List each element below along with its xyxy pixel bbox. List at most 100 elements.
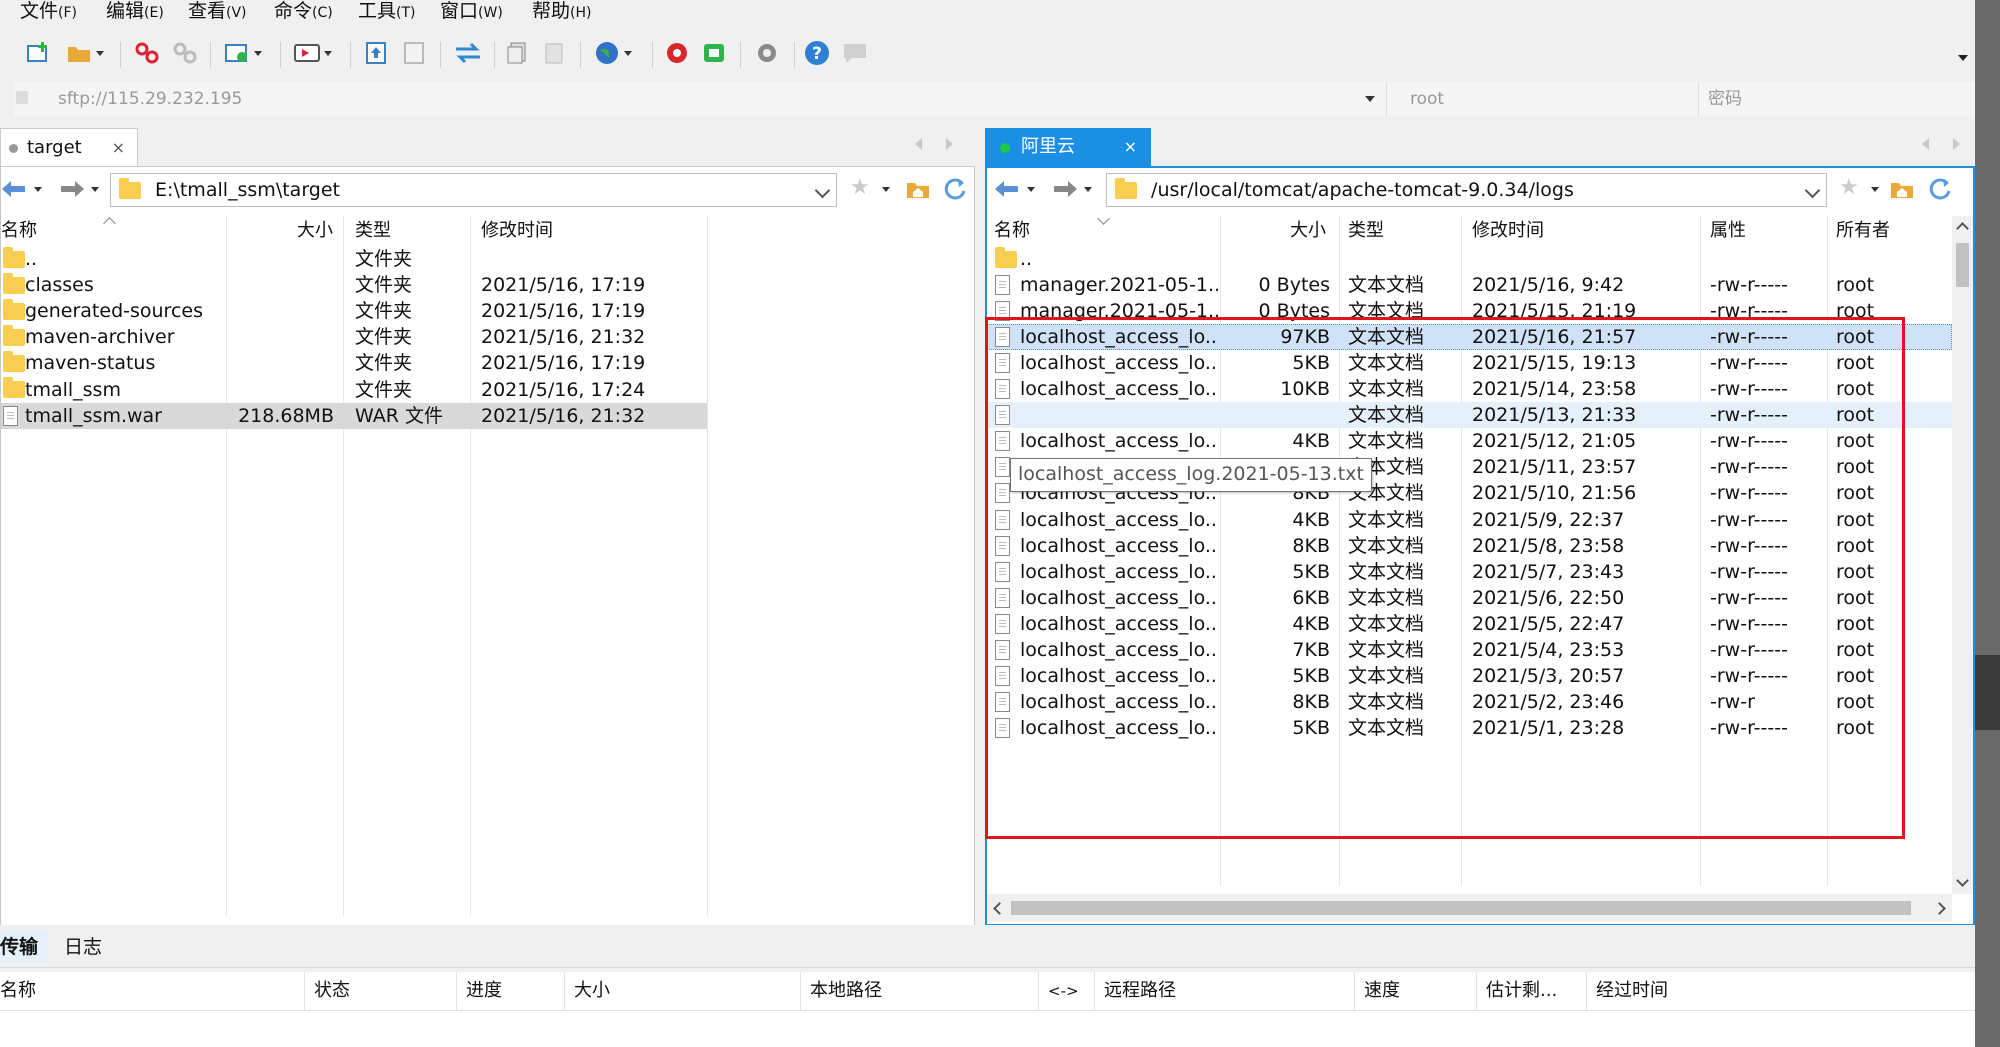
- toolbar-overflow-arrow[interactable]: [1958, 55, 1968, 61]
- sync-button[interactable]: [454, 38, 482, 68]
- column-header-modified[interactable]: 修改时间: [1472, 216, 1544, 246]
- transfer-column-9[interactable]: 经过时间: [1596, 976, 1746, 1006]
- scrollbar-thumb[interactable]: [1956, 243, 1969, 287]
- file-row[interactable]: localhost_access_lo... 5KB 文本文档 2021/5/7, 2…: [987, 559, 1952, 585]
- column-header-size[interactable]: 大小: [297, 216, 333, 246]
- help-button[interactable]: ?: [804, 38, 830, 68]
- column-header-name[interactable]: 名称: [1, 216, 37, 246]
- chevron-down-icon[interactable]: [814, 182, 831, 199]
- file-row[interactable]: localhost_access_lo... 4KB 文本文档 2021/5/5, 2…: [987, 611, 1952, 637]
- refresh-icon[interactable]: [942, 177, 968, 205]
- file-row[interactable]: 文本文档 2021/5/13, 21:33 -rw-r----- root: [987, 402, 1952, 429]
- menu-2[interactable]: 查看(V): [188, 0, 247, 24]
- column-header-name[interactable]: 名称: [994, 216, 1030, 246]
- back-icon[interactable]: [993, 179, 1023, 203]
- home-folder-icon[interactable]: [906, 179, 930, 203]
- transfer-column-0[interactable]: 名称: [0, 976, 300, 1006]
- menu-0[interactable]: 文件(F): [20, 0, 77, 24]
- chevron-down-icon[interactable]: [1804, 182, 1821, 199]
- file-row[interactable]: localhost_access_lo... 5KB 文本文档 2021/5/3, 2…: [987, 663, 1952, 689]
- menu-5[interactable]: 窗口(W): [440, 0, 503, 24]
- new-session-button[interactable]: [26, 38, 52, 68]
- close-icon[interactable]: ×: [1124, 128, 1137, 166]
- disconnect-button[interactable]: [134, 38, 160, 68]
- back-dropdown-icon[interactable]: [34, 187, 42, 192]
- column-header-size[interactable]: 大小: [1290, 216, 1326, 246]
- vertical-scrollbar[interactable]: [1952, 216, 1973, 894]
- favorites-dropdown-icon[interactable]: [882, 187, 890, 192]
- tab-scroll-left-icon[interactable]: [1922, 138, 1929, 150]
- scroll-right-icon[interactable]: [1933, 902, 1946, 915]
- forward-dropdown-icon[interactable]: [91, 187, 99, 192]
- download-button[interactable]: [402, 38, 426, 68]
- star-icon[interactable]: ★: [1839, 175, 1859, 200]
- paste-button[interactable]: [542, 38, 566, 68]
- transfer-column-6[interactable]: 远程路径: [1104, 976, 1354, 1006]
- transfer-column-8[interactable]: 估计剩...: [1486, 976, 1586, 1006]
- transfer-column-4[interactable]: 本地路径: [810, 976, 1040, 1006]
- file-row[interactable]: tmall_ssm.war 218.68MB WAR 文件 2021/5/16, 21…: [1, 402, 707, 429]
- chat-button[interactable]: [842, 38, 868, 68]
- session-settings-button[interactable]: [224, 38, 262, 68]
- file-row[interactable]: localhost_access_lo... 6KB 文本文档 2021/5/6, 2…: [987, 585, 1952, 611]
- file-row[interactable]: .. 文件夹: [1, 246, 973, 272]
- tab-scroll-right-icon[interactable]: [1953, 138, 1960, 150]
- file-row[interactable]: classes 文件夹 2021/5/16, 17:19: [1, 272, 973, 298]
- forward-icon[interactable]: [1049, 179, 1079, 203]
- file-row[interactable]: localhost_access_lo... 4KB 文本文档 2021/5/9, 2…: [987, 507, 1952, 533]
- file-row[interactable]: manager.2021-05-1... 0 Bytes 文本文档 2021/5/16…: [987, 272, 1952, 298]
- menu-4[interactable]: 工具(T): [358, 0, 416, 24]
- remote-path-input[interactable]: /usr/local/tomcat/apache-tomcat-9.0.34/l…: [1106, 173, 1827, 207]
- upload-button[interactable]: [364, 38, 388, 68]
- tab-scroll-left-icon[interactable]: [915, 138, 922, 150]
- terminal-button[interactable]: [294, 38, 332, 68]
- file-row[interactable]: localhost_access_lo... 97KB 文本文档 2021/5/16,…: [987, 324, 1952, 351]
- copy-button[interactable]: [506, 38, 530, 68]
- tab-scroll-right-icon[interactable]: [946, 138, 953, 150]
- forward-icon[interactable]: [56, 179, 86, 203]
- file-row[interactable]: manager.2021-05-1... 0 Bytes 文本文档 2021/5/15…: [987, 298, 1952, 324]
- column-header-type[interactable]: 类型: [1348, 216, 1384, 246]
- menu-3[interactable]: 命令(C): [274, 0, 333, 24]
- file-row[interactable]: ..: [987, 246, 1952, 272]
- file-row[interactable]: localhost_access_lo... 8KB 文本文档 2021/5/8, 2…: [987, 533, 1952, 559]
- file-row[interactable]: localhost_access_lo... 5KB 文本文档 2021/5/1, 2…: [987, 715, 1952, 741]
- scroll-up-icon[interactable]: [1956, 222, 1969, 235]
- transfer-column-3[interactable]: 大小: [574, 976, 794, 1006]
- password-field[interactable]: 密码: [1708, 82, 1978, 116]
- column-header-owner[interactable]: 所有者: [1836, 216, 1890, 246]
- local-path-input[interactable]: E:\tmall_ssm\target: [110, 173, 837, 207]
- file-row[interactable]: localhost_access_lo... 10KB 文本文档 2021/5/14,…: [987, 376, 1952, 402]
- xshell-button[interactable]: [664, 38, 690, 68]
- star-icon[interactable]: ★: [850, 175, 870, 200]
- back-icon[interactable]: [0, 179, 30, 203]
- transfer-column-1[interactable]: 状态: [314, 976, 454, 1006]
- forward-dropdown-icon[interactable]: [1084, 187, 1092, 192]
- file-row[interactable]: maven-archiver 文件夹 2021/5/16, 21:32: [1, 324, 973, 350]
- close-icon[interactable]: ×: [112, 129, 125, 167]
- menu-6[interactable]: 帮助(H): [532, 0, 591, 24]
- column-header-type[interactable]: 类型: [355, 216, 391, 246]
- back-dropdown-icon[interactable]: [1027, 187, 1035, 192]
- horizontal-scrollbar-thumb[interactable]: [1011, 901, 1911, 915]
- file-row[interactable]: maven-status 文件夹 2021/5/16, 17:19: [1, 350, 973, 376]
- tab-transfers[interactable]: 传输: [0, 931, 48, 963]
- options-button[interactable]: [754, 38, 780, 68]
- column-header-attributes[interactable]: 属性: [1710, 216, 1746, 246]
- horizontal-scrollbar[interactable]: [987, 894, 1952, 922]
- favorites-dropdown-icon[interactable]: [1871, 187, 1879, 192]
- host-field[interactable]: sftp://115.29.232.195: [14, 82, 1384, 116]
- scroll-left-icon[interactable]: [993, 902, 1006, 915]
- menu-1[interactable]: 编辑(E): [106, 0, 164, 24]
- tab-remote-aliyun[interactable]: 阿里云 ×: [985, 128, 1151, 166]
- xftp-button[interactable]: [702, 38, 726, 68]
- open-session-button[interactable]: [66, 38, 104, 68]
- home-folder-icon[interactable]: [1890, 179, 1914, 203]
- refresh-icon[interactable]: [1927, 177, 1953, 205]
- reconnect-button[interactable]: [172, 38, 198, 68]
- file-row[interactable]: localhost_access_lo... 5KB 文本文档 2021/5/15, …: [987, 350, 1952, 376]
- username-field[interactable]: root: [1396, 82, 1696, 116]
- file-row[interactable]: generated-sources 文件夹 2021/5/16, 17:19: [1, 298, 973, 324]
- transfer-column-2[interactable]: 进度: [466, 976, 566, 1006]
- scroll-down-icon[interactable]: [1956, 874, 1969, 887]
